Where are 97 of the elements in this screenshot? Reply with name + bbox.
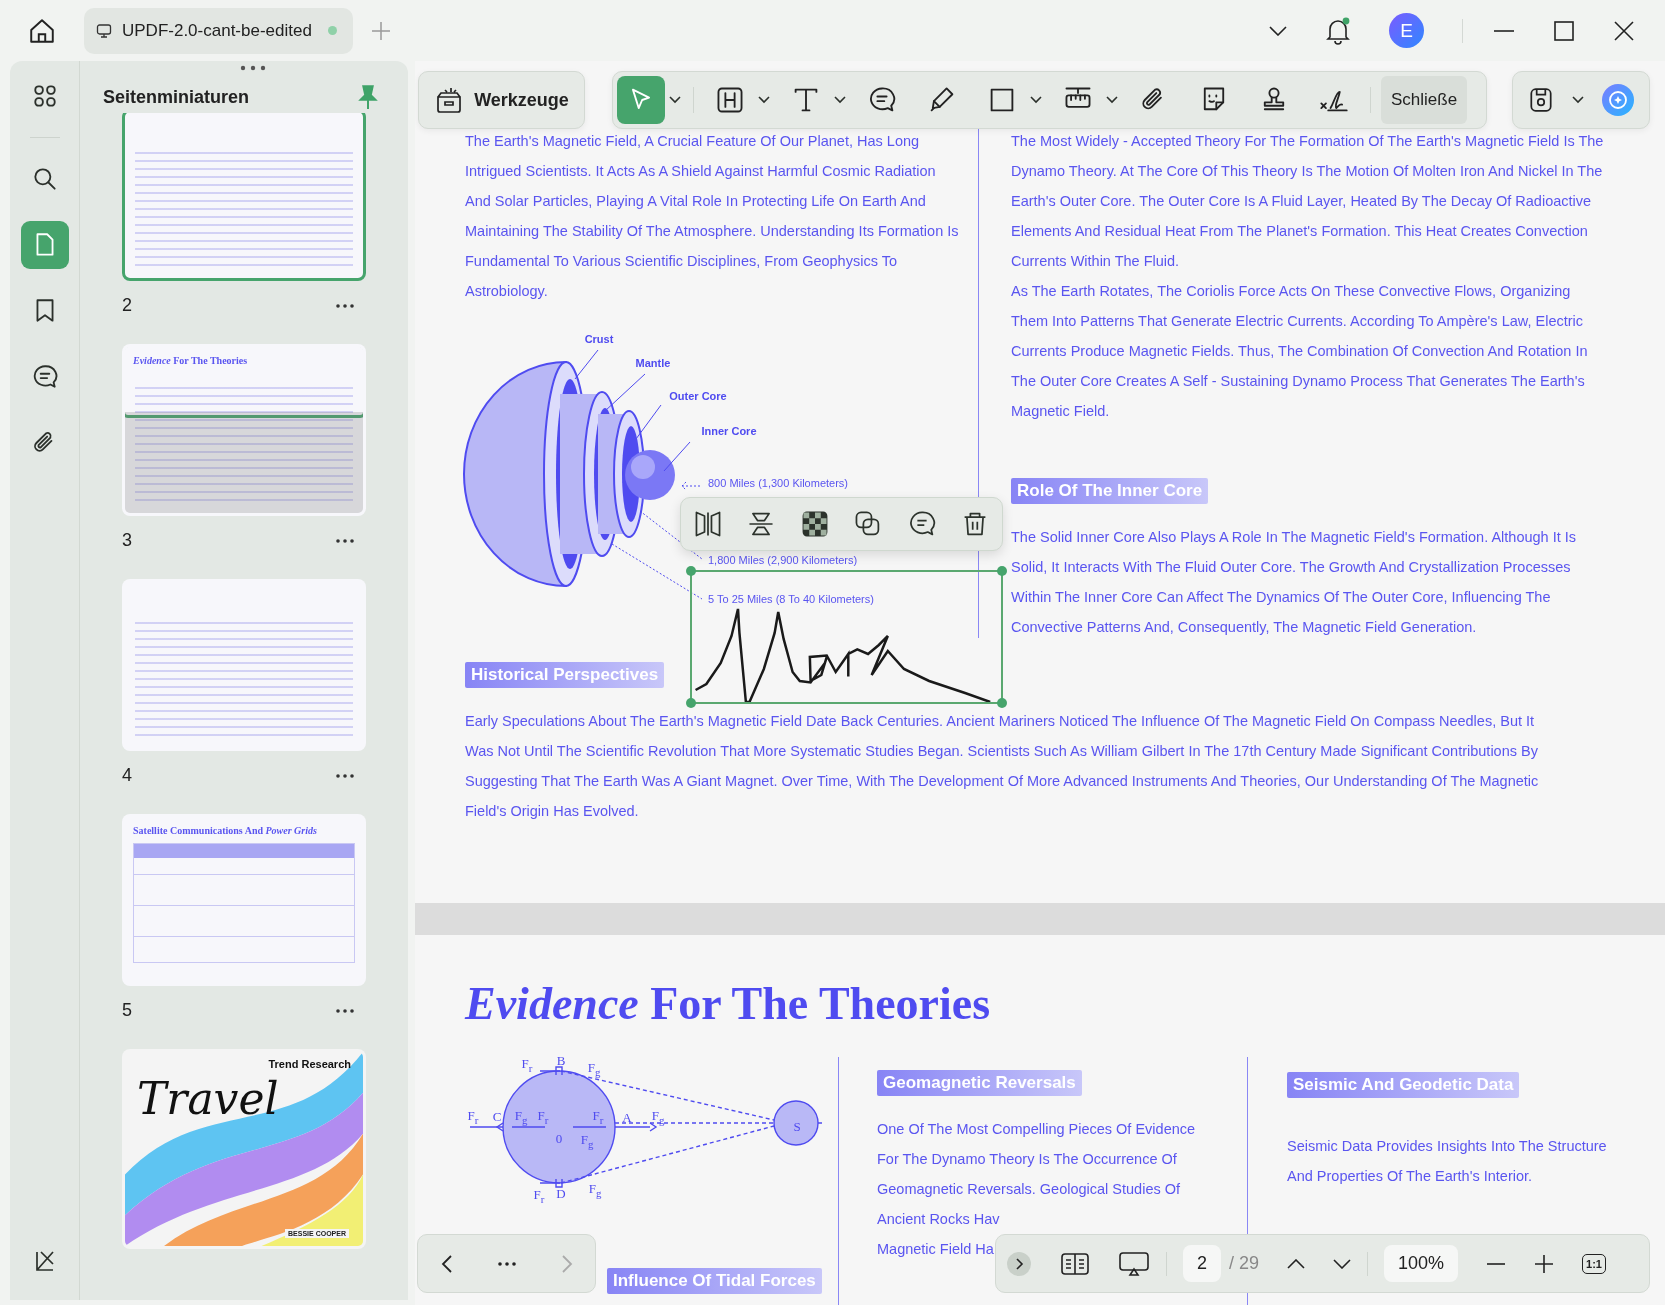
page-number-field[interactable]: 2 (1183, 1245, 1221, 1282)
close-button[interactable]: Schließe (1381, 76, 1468, 124)
chevron-down-icon[interactable] (1269, 25, 1287, 36)
home-icon[interactable] (28, 16, 56, 45)
page-number: 5 (122, 1000, 132, 1021)
presentation-icon[interactable] (1118, 1249, 1150, 1278)
text-line: Magnetic Field Ha (877, 1240, 994, 1259)
resize-handle[interactable] (997, 698, 1007, 708)
resize-handle[interactable] (686, 698, 696, 708)
chevron-left-icon[interactable] (440, 1253, 453, 1274)
diagram-label: F$_{r}$ (592, 1108, 604, 1126)
section-heading: Influence Of Tidal Forces (607, 1268, 822, 1294)
cover-subtitle: Trend Research (268, 1058, 351, 1070)
thumbnail-heading: Evidence For The Theories (133, 355, 248, 366)
caret-icon[interactable] (834, 96, 846, 104)
more-icon[interactable] (336, 303, 354, 308)
user-avatar[interactable]: E (1389, 13, 1424, 48)
resize-handle[interactable] (686, 566, 696, 576)
section-heading: Historical Perspectives (465, 662, 665, 688)
diagram-label: F$_{g}$ (651, 1108, 665, 1126)
measurement-label: 5 To 25 Miles (8 To 40 Kilometers) (708, 593, 874, 605)
bell-icon[interactable] (1325, 16, 1351, 45)
paragraph: Early Speculations About The Earth's Magnetic Field Date Back Centuries. Ancient Mariners Noticed The Influence Of The Magnetic Field On Compass Needles, But It Was Not Until The Scientific Revolution That More Systematic Studies Began. Scientists Such As William Gilbert In The 17th Century Made Significant Contributions By Suggesting That The Earth Was A Giant Magnet. Over Time, With The Development Of More Advanced Instruments And Theories, Our Understanding Of The Magnetic Field's Origin Has Evolved. (465, 712, 1540, 821)
chevron-up-icon[interactable] (1287, 1258, 1306, 1269)
page-title: Evidence For The Theories (465, 977, 992, 1031)
diagram-label: D (556, 1186, 566, 1202)
page-thumbnail[interactable]: Satellite Communications And Power Grids (122, 814, 366, 986)
diagram-label: C (492, 1109, 502, 1125)
tools-button[interactable]: Werkzeuge (418, 71, 585, 129)
heading-icon (715, 85, 745, 115)
leader-line (663, 441, 691, 472)
ai-assistant-icon[interactable] (1600, 83, 1635, 117)
close-icon[interactable] (1613, 19, 1635, 42)
caret-icon[interactable] (758, 96, 770, 104)
expand-icon[interactable] (1006, 1250, 1032, 1277)
section-heading: Role Of The Inner Core (1011, 478, 1209, 504)
zoom-field[interactable]: 100% (1384, 1245, 1459, 1282)
diagram-label: F$_{r}$ (521, 1056, 533, 1074)
page-number: 3 (122, 530, 132, 551)
page-thumbnail[interactable] (122, 579, 366, 751)
diagram-label: F$_{g}$ (514, 1108, 528, 1126)
panel-title: Seitenminiaturen (103, 86, 250, 108)
diagram-label: F$_{g}$ (588, 1181, 602, 1199)
more-icon[interactable] (497, 1261, 516, 1266)
diagram-label: A (622, 1110, 632, 1126)
paragraph: The Earth's Magnetic Field, A Crucial Feature Of Our Planet, Has Long Intrigued Scientists. It Acts As A Shield Against Harmful Cosmic Radiation And Solar Particles, Playing A Vital Role In Protecting Life On Earth And Maintaining The Stability Of The Atmosphere. Understanding Its Formation Is Fundamental To Various Scientific Disciplines, From Geophysics To Astrobiology. (465, 132, 960, 301)
measurement-label: 1,800 Miles (2,900 Kilometers) (708, 554, 858, 566)
diagram-label: B (556, 1053, 566, 1069)
section-heading: Geomagnetic Reversals (877, 1070, 1082, 1096)
text-line: One Of The Most Compelling Pieces Of Evidence (877, 1120, 1196, 1139)
leader-line (681, 481, 703, 491)
caret-icon[interactable] (1572, 96, 1584, 104)
text-line: Ancient Rocks Hav (877, 1210, 1000, 1229)
pin-icon[interactable] (358, 84, 378, 110)
zoom-in-icon[interactable] (1534, 1253, 1555, 1274)
diagram-label: F$_{r}$ (537, 1108, 549, 1126)
diagram-label: F$_{r}$ (533, 1187, 545, 1205)
paragraph: Seismic Data Provides Insights Into The Structure And Properties Of The Earth's Interior. (1287, 1137, 1608, 1186)
diagram-label: F$_{g}$ (580, 1132, 594, 1150)
document-tab[interactable]: UPDF-2.0-cant-be-edited (84, 7, 353, 54)
actual-size-button[interactable]: 1:1 (1582, 1253, 1606, 1274)
drag-handle-icon[interactable] (240, 65, 266, 71)
page-count: / 29 (1229, 1253, 1260, 1274)
diagram-label: S (793, 1119, 801, 1135)
monitor-icon (96, 22, 112, 39)
text-line: For The Dynamo Theory Is The Occurrence Of (877, 1150, 1177, 1169)
diagram-label: 0 (555, 1131, 563, 1147)
page-thumbnail[interactable] (122, 113, 366, 281)
diagram-label: F$_{r}$ (467, 1108, 479, 1126)
chevron-down-icon[interactable] (1333, 1258, 1352, 1269)
more-icon[interactable] (336, 1008, 354, 1013)
more-icon[interactable] (336, 538, 354, 543)
caret-icon[interactable] (1106, 96, 1118, 104)
measurement-label: 800 Miles (1,300 Kilometers) (708, 477, 848, 489)
page-number: 4 (122, 765, 132, 786)
paragraph: As The Earth Rotates, The Coriolis Force Acts On These Convective Flows, Organizing Them Into Patterns That Generate Electric Currents. According To Ampère's Law, Electric Currents Produce Magnetic Fields. Thus, The Combination Of Convection And Rotation In The Outer Core Creates A Self - Sustaining Dynamo Process That Generates The Earth's Magnetic Field. (1011, 282, 1589, 421)
caret-icon[interactable] (1030, 96, 1042, 104)
layer-label: Outer Core (669, 390, 727, 402)
section-heading: Seismic And Geodetic Data (1287, 1072, 1520, 1098)
layer-label: Mantle (635, 357, 671, 369)
resize-handle[interactable] (997, 566, 1007, 576)
paragraph: The Solid Inner Core Also Plays A Role In The Magnetic Field's Formation. Although It Is Solid, It Interacts With The Fluid Outer Core. The Growth And Crystallization Processes Within The Inner Core Can Affect The Dynamics Of The Outer Core, Influencing The Convective Patterns And, Consequently, The Magnetic Field Generation. (1011, 528, 1578, 637)
more-icon[interactable] (336, 773, 354, 778)
page-thumbnail[interactable]: Evidence For The Theories (122, 344, 366, 516)
paragraph: The Most Widely - Accepted Theory For The Formation Of The Earth's Magnetic Field Is The Dynamo Theory. At The Core Of This Theory Is The Motion Of Molten Iron And Nickel In The Earth's Outer Core. The Outer Core Is A Fluid Layer, Heated By The Decay Of Radioactive Elements And Residual Heat From The Planet's Formation. This Heat Creates Convection Currents Within The Fluid. (1011, 132, 1605, 271)
text-line: Geomagnetic Reversals. Geological Studies Of (877, 1180, 1181, 1199)
leader-line (574, 349, 599, 380)
thumbnail-heading: Satellite Communications And Power Grids (133, 825, 317, 836)
layer-label: Crust (584, 333, 614, 345)
cover-title: Travel (137, 1074, 279, 1124)
page-number: 2 (122, 295, 132, 316)
reading-mode-icon[interactable] (1060, 1250, 1090, 1277)
caret-icon[interactable] (669, 96, 681, 104)
layer-label: Inner Core (701, 425, 757, 437)
diagram-label: F$_{g}$ (587, 1060, 601, 1078)
maximize-icon[interactable] (1553, 19, 1575, 42)
tab-title: UPDF-2.0-cant-be-edited (122, 20, 312, 41)
